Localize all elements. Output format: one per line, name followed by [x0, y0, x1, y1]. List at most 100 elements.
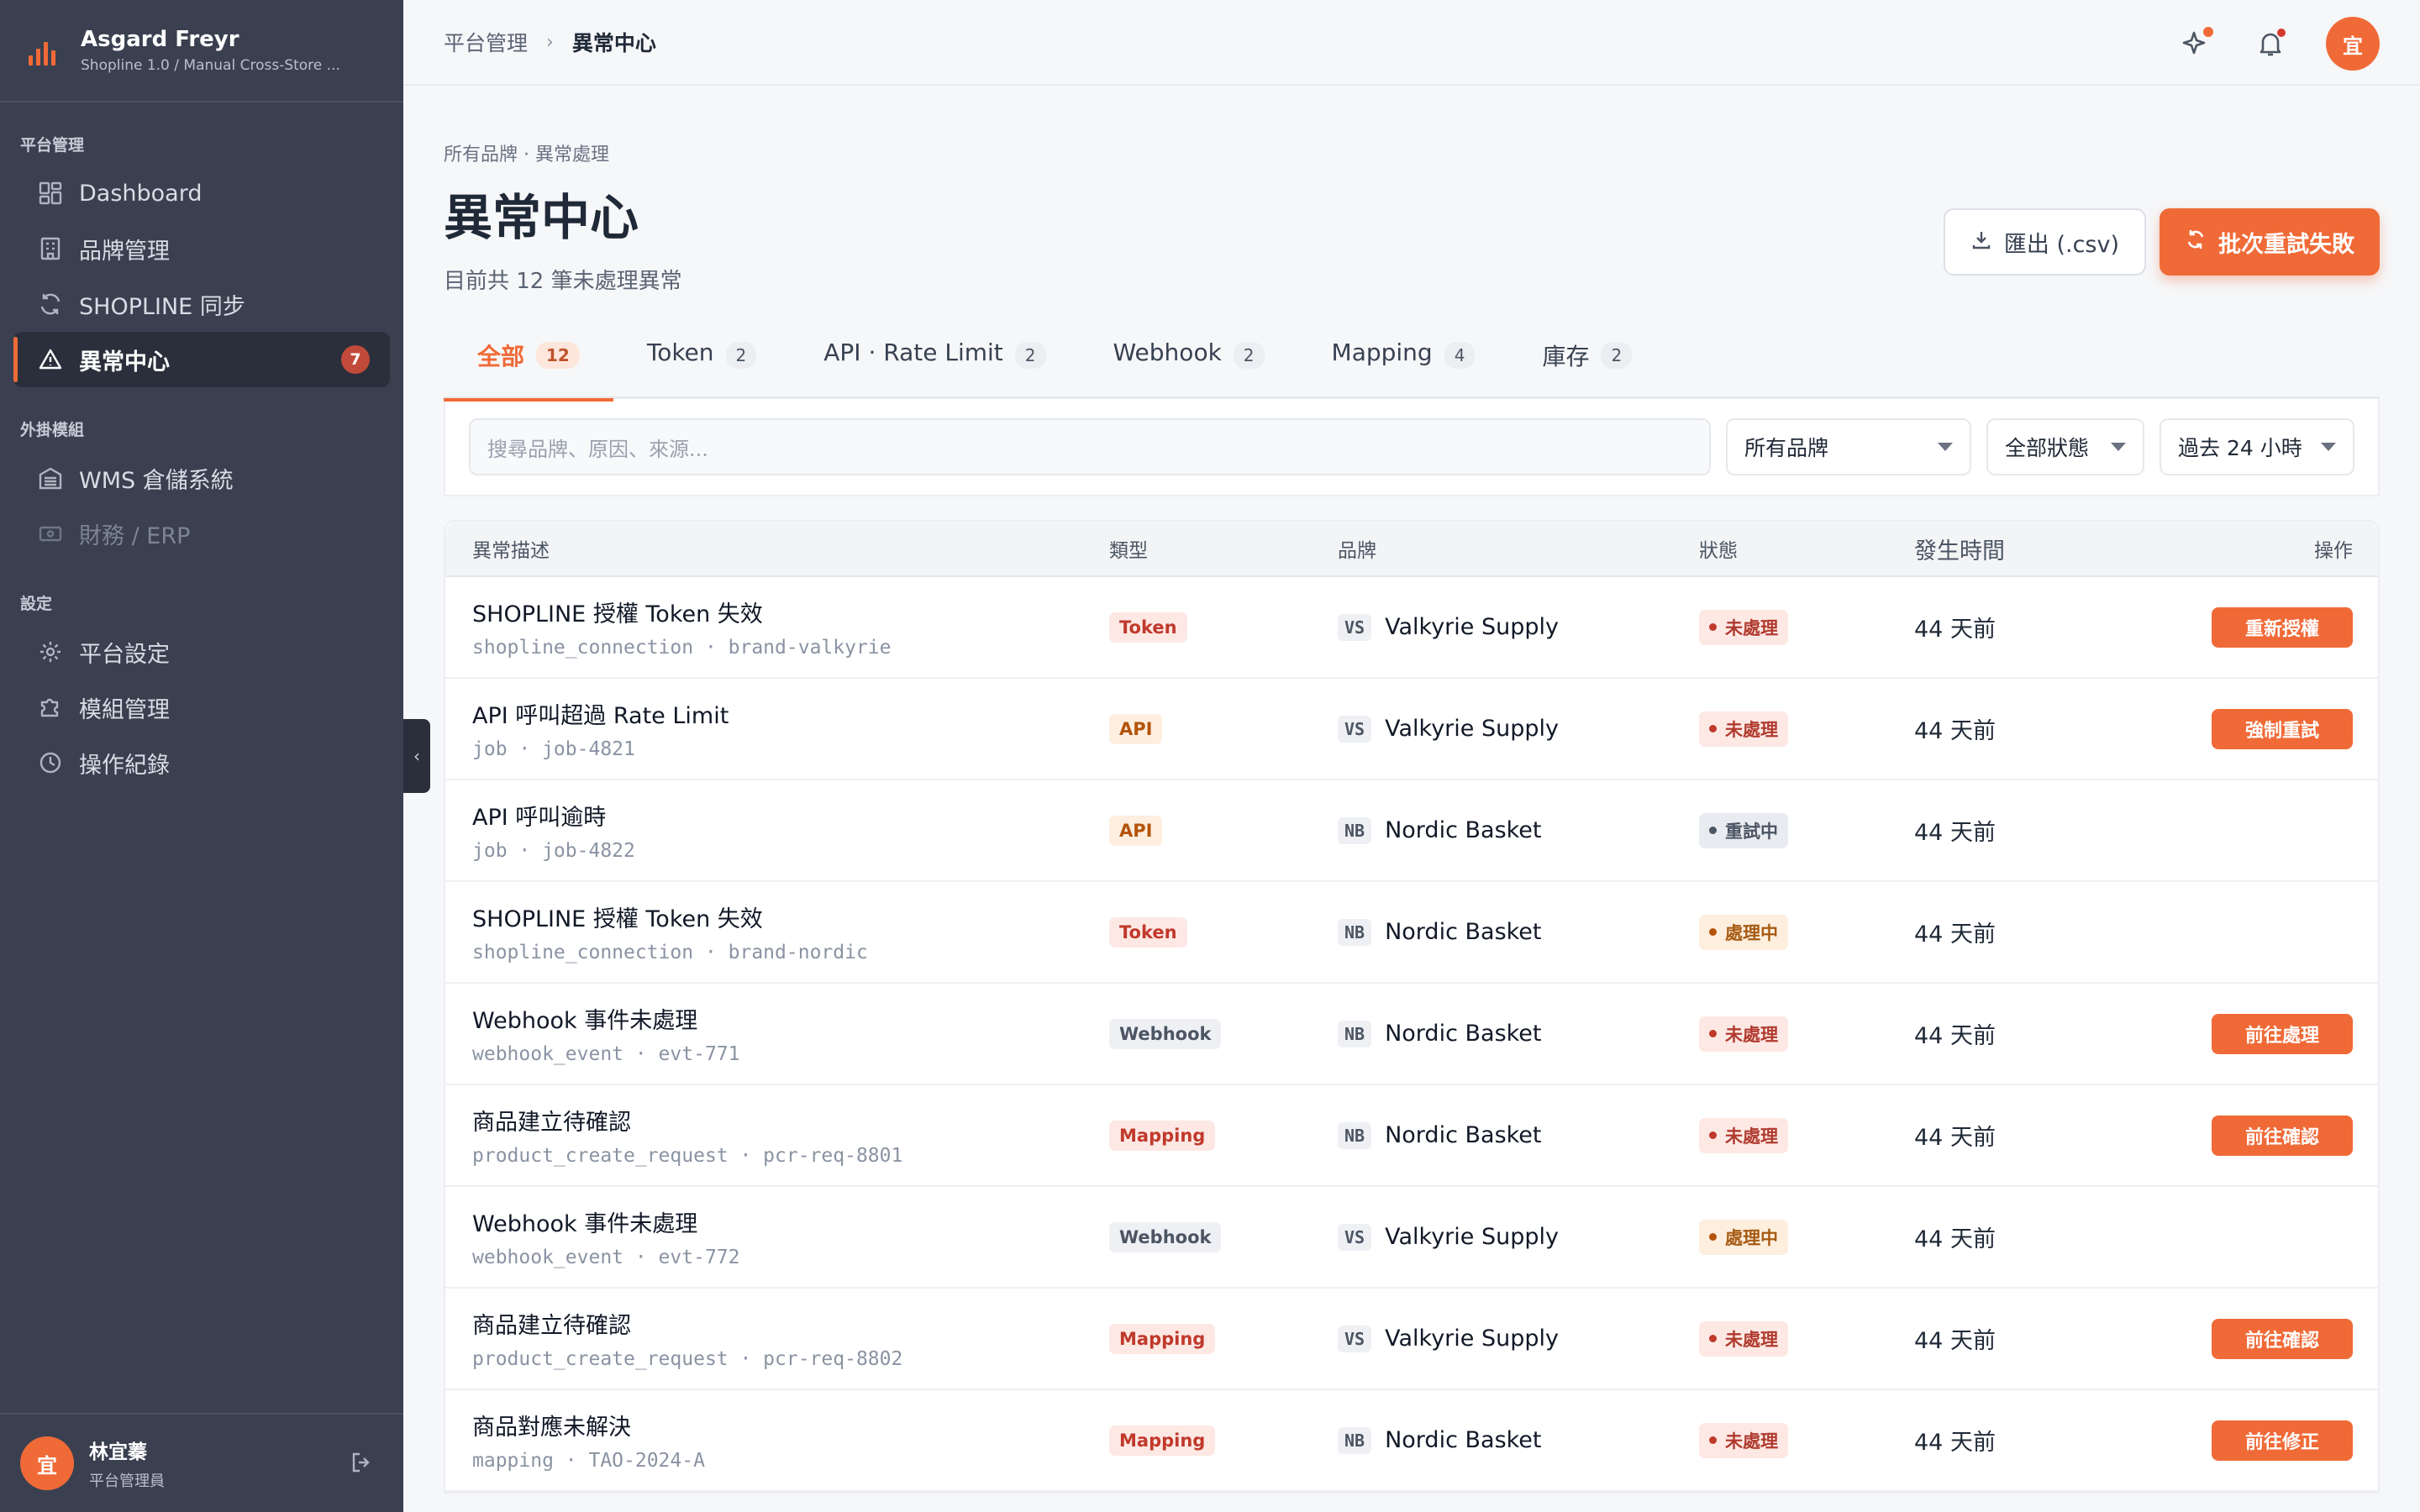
brand-cell: VS Valkyrie Supply [1338, 613, 1699, 641]
status-select[interactable]: 全部狀態 [1986, 418, 2144, 475]
status-cell: 重試中 [1699, 812, 1914, 848]
occurred-time: 44 天前 [1914, 718, 1996, 744]
page-sub-breadcrumb: 所有品牌 · 異常處理 [444, 144, 609, 165]
table-row[interactable]: SHOPLINE 授權 Token 失效 shopline_connection … [445, 882, 2378, 984]
tab-inventory[interactable]: 庫存 2 [1508, 335, 1665, 399]
sidebar-item-brands[interactable]: 品牌管理 [13, 221, 390, 276]
exception-title: SHOPLINE 授權 Token 失效 [472, 906, 763, 932]
row-action-button[interactable]: 前往確認 [2211, 1115, 2353, 1156]
select-value: 全部狀態 [2005, 436, 2090, 460]
status-label: 處理中 [1725, 922, 1778, 943]
breadcrumb-root[interactable]: 平台管理 [444, 27, 528, 57]
status-badge: 重試中 [1699, 812, 1788, 848]
exception-title: Webhook 事件未處理 [472, 1211, 698, 1237]
sidebar-user: 宜 林宜蓁 平台管理員 [0, 1413, 403, 1512]
brand-tag: VS [1338, 613, 1372, 641]
export-csv-button[interactable]: 匯出 (.csv) [1943, 208, 2146, 276]
status-cell: 未處理 [1699, 609, 1914, 645]
row-action-button[interactable]: 重新授權 [2211, 606, 2353, 648]
sidebar-item-finance[interactable]: 財務 / ERP [13, 506, 390, 561]
brand-tag: VS [1338, 1325, 1372, 1352]
tab-webhook[interactable]: Webhook 2 [1080, 335, 1298, 399]
status-dot [1709, 623, 1717, 631]
chevron-down-icon [1938, 443, 1953, 451]
tab-mapping[interactable]: Mapping 4 [1298, 335, 1509, 399]
exception-description: SHOPLINE 授權 Token 失效 shopline_connection … [445, 900, 1109, 963]
avatar[interactable]: 宜 [2326, 17, 2380, 71]
table-row[interactable]: Webhook 事件未處理 webhook_event · evt-772 Webh… [445, 1187, 2378, 1289]
brand-cell: NB Nordic Basket [1338, 1020, 1699, 1047]
status-label: 未處理 [1725, 1126, 1778, 1147]
status-dot [1709, 1335, 1717, 1342]
type-cell: Token [1109, 612, 1338, 643]
logout-icon[interactable] [350, 1450, 378, 1478]
table-row[interactable]: Webhook 事件未處理 webhook_event · evt-771 Webh… [445, 984, 2378, 1085]
table-row[interactable]: API 呼叫超過 Rate Limit job · job-4821 API VS Va… [445, 679, 2378, 780]
sidebar-item-dashboard[interactable]: Dashboard [13, 165, 390, 221]
sidebar-item-label: 品牌管理 [79, 238, 170, 265]
status-label: 未處理 [1725, 1431, 1778, 1452]
sidebar-item-platform-settings[interactable]: 平台設定 [13, 624, 390, 680]
app-brand[interactable]: Asgard Freyr Shopline 1.0 / Manual Cross… [0, 0, 403, 102]
tab-api-rate-limit[interactable]: API · Rate Limit 2 [790, 335, 1079, 399]
period-select[interactable]: 過去 24 小時 [2160, 418, 2354, 475]
filter-tabs: 全部 12 Token 2 API · Rate Limit 2 Webhook 2 M… [444, 335, 2380, 402]
status-badge: 未處理 [1699, 609, 1788, 645]
status-label: 未處理 [1725, 1329, 1778, 1350]
sidebar-item-exceptions[interactable]: 異常中心 7 [13, 332, 390, 387]
notification-dot [2203, 27, 2213, 37]
brand-tag: NB [1338, 1020, 1372, 1047]
status-dot [1709, 1436, 1717, 1444]
status-cell: 處理中 [1699, 1219, 1914, 1255]
status-label: 處理中 [1725, 1227, 1778, 1248]
tab-count: 2 [1601, 342, 1633, 369]
row-action-button[interactable]: 前往處理 [2211, 1013, 2353, 1054]
type-badge: Token [1109, 916, 1187, 948]
type-cell: Mapping [1109, 1120, 1338, 1151]
table-row[interactable]: 商品建立待確認 product_create_request · pcr-req-… [445, 1289, 2378, 1390]
sidebar-item-wms[interactable]: WMS 倉儲系統 [13, 450, 390, 506]
brand-cell: VS Valkyrie Supply [1338, 1325, 1699, 1352]
search-input[interactable]: 搜尋品牌、原因、來源... [469, 418, 1711, 475]
status-badge: 未處理 [1699, 1422, 1788, 1458]
brand-name: Nordic Basket [1385, 1021, 1542, 1047]
table-row[interactable]: 商品建立待確認 product_create_request · pcr-req-… [445, 1085, 2378, 1187]
tab-label: Token [646, 339, 714, 366]
type-cell: Mapping [1109, 1323, 1338, 1354]
avatar[interactable]: 宜 [20, 1436, 74, 1490]
sidebar-item-audit-log[interactable]: 操作紀錄 [13, 735, 390, 790]
export-label: 匯出 (.csv) [2003, 231, 2119, 258]
table-row[interactable]: SHOPLINE 授權 Token 失效 shopline_connection … [445, 577, 2378, 679]
type-badge: Webhook [1109, 1018, 1222, 1049]
exception-source: webhook_event · evt-771 [472, 1043, 740, 1065]
status-cell: 未處理 [1699, 711, 1914, 747]
batch-retry-label: 批次重試失敗 [2218, 231, 2354, 258]
tab-label: Webhook [1113, 339, 1222, 366]
app-name: Asgard Freyr [81, 27, 239, 52]
sidebar-item-label: 異常中心 [79, 349, 170, 375]
row-action-button[interactable]: 前往確認 [2211, 1318, 2353, 1359]
action-cell: 重新授權 [2196, 606, 2378, 648]
type-badge: API [1109, 713, 1163, 744]
column-header: 品牌 [1338, 540, 1376, 562]
sidebar-item-shopline-sync[interactable]: SHOPLINE 同步 [13, 276, 390, 332]
sparkle-icon[interactable] [2178, 25, 2215, 62]
tab-all[interactable]: 全部 12 [444, 335, 613, 402]
row-action-button[interactable]: 強制重試 [2211, 708, 2353, 749]
brand-cell: VS Valkyrie Supply [1338, 715, 1699, 743]
sidebar-item-label: 操作紀錄 [79, 752, 170, 779]
action-cell: 前往修正 [2196, 1420, 2378, 1461]
table-row[interactable]: API 呼叫逾時 job · job-4822 API NB Nordic Basket… [445, 780, 2378, 882]
sidebar-collapse-chevron-left-icon[interactable]: ‹ [403, 719, 430, 793]
bell-icon[interactable] [2252, 25, 2289, 62]
occurred-time: 44 天前 [1914, 1226, 1996, 1252]
table-row[interactable]: 商品對應未解決 mapping · TAO-2024-A Mapping NB Nord… [445, 1390, 2378, 1492]
exception-title: 商品建立待確認 [472, 1110, 631, 1136]
type-cell: Mapping [1109, 1425, 1338, 1456]
sidebar-item-modules[interactable]: 模組管理 [13, 680, 390, 735]
exception-source: mapping · TAO-2024-A [472, 1450, 705, 1472]
batch-retry-button[interactable]: 批次重試失敗 [2160, 208, 2380, 276]
brand-select[interactable]: 所有品牌 [1726, 418, 1971, 475]
tab-token[interactable]: Token 2 [613, 335, 790, 399]
row-action-button[interactable]: 前往修正 [2211, 1420, 2353, 1461]
